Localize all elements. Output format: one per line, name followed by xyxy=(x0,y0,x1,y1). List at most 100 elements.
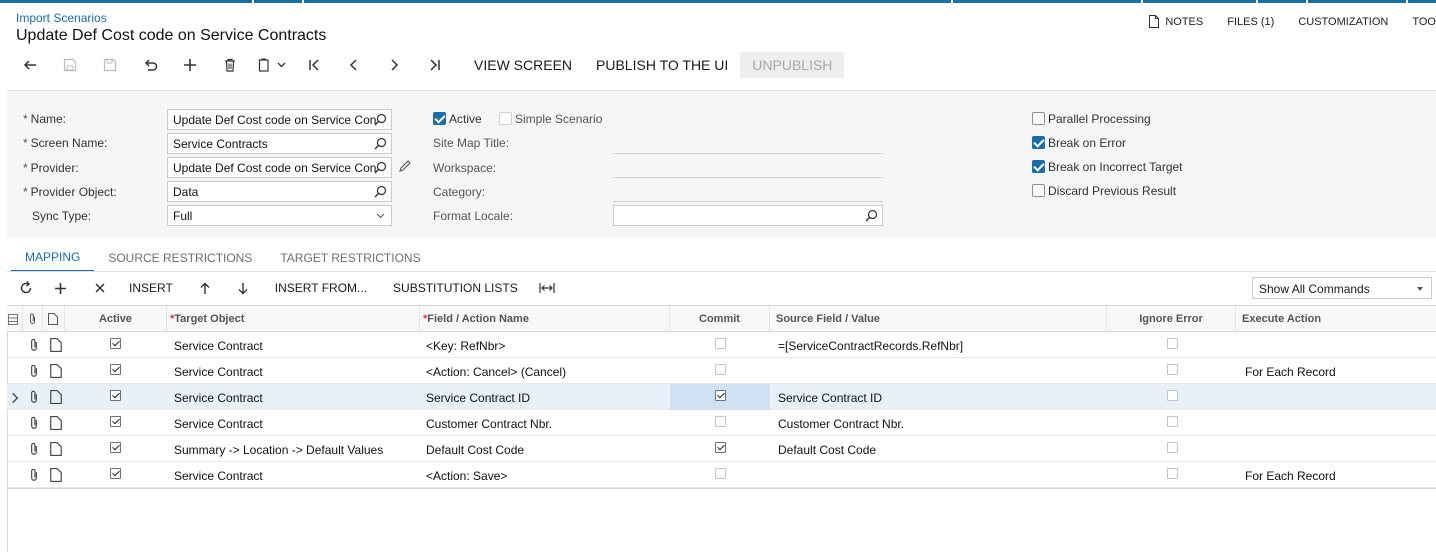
field-action-column-header[interactable]: *Field / Action Name xyxy=(420,306,670,332)
provider-object-field[interactable]: Data xyxy=(167,181,392,202)
field-action-cell[interactable]: Default Cost Code xyxy=(426,436,524,462)
substitution-lists-button[interactable]: SUBSTITUTION LISTS xyxy=(384,281,527,295)
paperclip-icon[interactable] xyxy=(28,442,40,456)
target-object-cell[interactable]: Service Contract xyxy=(174,384,263,410)
active-checkbox[interactable] xyxy=(110,338,121,349)
insert-from-button[interactable]: INSERT FROM... xyxy=(266,281,376,295)
format-locale-field[interactable] xyxy=(613,205,883,226)
insert-button[interactable]: INSERT xyxy=(120,281,182,295)
field-action-cell[interactable]: <Action: Cancel> (Cancel) xyxy=(426,358,566,384)
paperclip-icon[interactable] xyxy=(28,364,40,378)
commit-checkbox[interactable] xyxy=(715,442,726,453)
active-checkbox[interactable] xyxy=(110,364,121,375)
delete-button[interactable] xyxy=(210,52,250,78)
note-icon[interactable] xyxy=(50,390,62,404)
ignore-error-checkbox[interactable] xyxy=(1167,390,1178,401)
target-object-cell[interactable]: Service Contract xyxy=(174,410,263,436)
break-on-incorrect-target-checkbox[interactable] xyxy=(1032,160,1045,173)
ignore-error-checkbox[interactable] xyxy=(1167,364,1178,375)
save-button[interactable] xyxy=(90,52,130,78)
paperclip-icon[interactable] xyxy=(28,390,40,404)
source-field-cell[interactable]: Default Cost Code xyxy=(778,436,876,462)
active-checkbox[interactable] xyxy=(110,390,121,401)
ignore-error-checkbox[interactable] xyxy=(1167,338,1178,349)
files-button[interactable]: FILES (1) xyxy=(1227,16,1274,28)
field-action-cell[interactable]: <Key: RefNbr> xyxy=(426,332,505,358)
execute-action-cell[interactable]: For Each Record xyxy=(1245,358,1336,384)
screen-name-field[interactable]: Service Contracts xyxy=(167,133,392,154)
field-action-cell[interactable]: <Action: Save> xyxy=(426,462,507,488)
source-field-cell[interactable]: Customer Contract Nbr. xyxy=(778,410,904,436)
target-object-cell[interactable]: Service Contract xyxy=(174,332,263,358)
unpublish-button[interactable]: UNPUBLISH xyxy=(740,52,845,78)
active-column-header[interactable]: Active xyxy=(65,306,167,332)
note-icon[interactable] xyxy=(50,338,62,352)
table-row[interactable]: Service Contract Service Contract ID Servi… xyxy=(7,384,1436,410)
commit-checkbox[interactable] xyxy=(715,338,726,349)
tools-button[interactable]: TOO xyxy=(1412,16,1436,28)
execute-action-column-header[interactable]: Execute Action xyxy=(1236,306,1436,332)
publish-button[interactable]: PUBLISH TO THE UI xyxy=(584,52,740,78)
next-record-button[interactable] xyxy=(374,52,414,78)
tab-source-restrictions[interactable]: SOURCE RESTRICTIONS xyxy=(94,244,266,272)
simple-scenario-checkbox[interactable] xyxy=(499,112,512,125)
table-row[interactable]: Service Contract Customer Contract Nbr. Cu… xyxy=(7,410,1436,436)
notes-button[interactable]: NOTES xyxy=(1148,15,1203,28)
fit-columns-button[interactable] xyxy=(535,282,559,294)
copy-paste-button[interactable] xyxy=(250,52,294,78)
table-row[interactable]: Service Contract <Action: Save> For Each R… xyxy=(7,462,1436,488)
move-down-button[interactable] xyxy=(220,282,266,295)
name-field[interactable]: Update Def Cost code on Service Con xyxy=(167,109,392,130)
commit-checkbox[interactable] xyxy=(715,364,726,375)
active-checkbox[interactable] xyxy=(110,442,121,453)
search-icon[interactable] xyxy=(374,185,387,198)
active-checkbox[interactable] xyxy=(433,112,446,125)
source-field-cell[interactable]: Service Contract ID xyxy=(778,384,882,410)
view-screen-button[interactable]: VIEW SCREEN xyxy=(462,52,584,78)
paperclip-icon[interactable] xyxy=(28,416,40,430)
move-up-button[interactable] xyxy=(190,282,220,295)
note-icon[interactable] xyxy=(50,364,62,378)
tab-mapping[interactable]: MAPPING xyxy=(11,244,95,272)
commit-checkbox[interactable] xyxy=(715,468,726,479)
sync-type-select[interactable]: Full xyxy=(167,205,392,226)
commit-checkbox[interactable] xyxy=(715,390,726,401)
source-field-column-header[interactable]: Source Field / Value xyxy=(770,306,1107,332)
note-icon[interactable] xyxy=(50,416,62,430)
previous-record-button[interactable] xyxy=(334,52,374,78)
last-record-button[interactable] xyxy=(414,52,454,78)
note-icon[interactable] xyxy=(50,442,62,456)
tab-target-restrictions[interactable]: TARGET RESTRICTIONS xyxy=(266,244,434,272)
target-object-cell[interactable]: Service Contract xyxy=(174,358,263,384)
command-filter-select[interactable]: Show All Commands xyxy=(1252,277,1432,299)
execute-action-cell[interactable]: For Each Record xyxy=(1245,462,1336,488)
search-icon[interactable] xyxy=(374,137,387,150)
customization-button[interactable]: CUSTOMIZATION xyxy=(1298,16,1388,28)
target-object-cell[interactable]: Summary -> Location -> Default Values xyxy=(174,436,383,462)
target-object-cell[interactable]: Service Contract xyxy=(174,462,263,488)
active-checkbox[interactable] xyxy=(110,468,121,479)
table-row[interactable]: Summary -> Location -> Default Values Def… xyxy=(7,436,1436,462)
provider-field[interactable]: Update Def Cost code on Service Con xyxy=(167,157,392,178)
parallel-processing-checkbox[interactable] xyxy=(1032,112,1045,125)
paperclip-icon[interactable] xyxy=(28,338,40,352)
ignore-error-checkbox[interactable] xyxy=(1167,442,1178,453)
table-row[interactable]: Service Contract <Key: RefNbr> =[ServiceCo… xyxy=(7,332,1436,358)
back-button[interactable] xyxy=(10,52,50,78)
undo-button[interactable] xyxy=(130,52,170,78)
search-icon[interactable] xyxy=(865,209,878,222)
field-action-cell[interactable]: Service Contract ID xyxy=(426,384,530,410)
add-button[interactable] xyxy=(170,52,210,78)
first-record-button[interactable] xyxy=(294,52,334,78)
break-on-error-checkbox[interactable] xyxy=(1032,136,1045,149)
table-row[interactable]: Service Contract <Action: Cancel> (Cancel… xyxy=(7,358,1436,384)
discard-previous-result-checkbox[interactable] xyxy=(1032,184,1045,197)
grid-delete-button[interactable] xyxy=(80,282,120,294)
ignore-error-checkbox[interactable] xyxy=(1167,468,1178,479)
ignore-error-checkbox[interactable] xyxy=(1167,416,1178,427)
save-close-button[interactable] xyxy=(50,52,90,78)
refresh-button[interactable] xyxy=(12,281,40,295)
grid-add-button[interactable] xyxy=(40,282,80,295)
search-icon[interactable] xyxy=(374,161,387,174)
paperclip-icon[interactable] xyxy=(28,468,40,482)
